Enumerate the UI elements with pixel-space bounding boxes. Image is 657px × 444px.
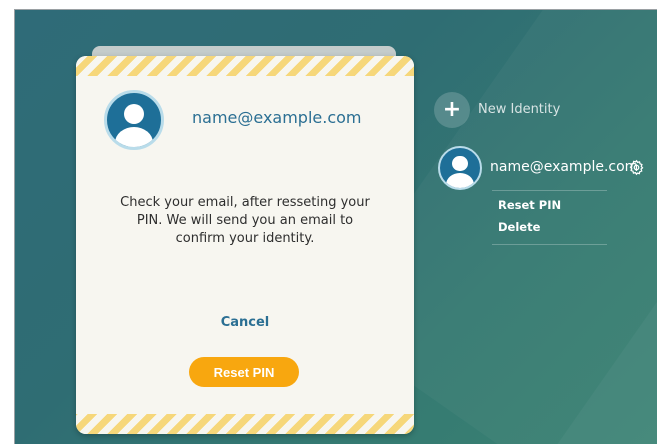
new-identity-label: New Identity [478, 102, 561, 117]
user-avatar-icon [438, 146, 482, 190]
app-background: name@example.com Check your email, after… [14, 9, 657, 444]
identity-email: name@example.com [490, 159, 639, 175]
dialog-top-stripes [76, 56, 414, 76]
dialog-message: Check your email, after resseting your P… [120, 195, 370, 246]
menu-divider-bottom [492, 244, 607, 245]
dialog-email: name@example.com [192, 108, 362, 127]
menu-divider-top [492, 190, 607, 191]
menu-item-reset-pin[interactable]: Reset PIN [498, 194, 606, 216]
menu-item-delete[interactable]: Delete [498, 216, 606, 238]
identity-menu: Reset PIN Delete [492, 190, 607, 245]
dialog-bottom-stripes [76, 414, 414, 434]
user-avatar-icon [104, 90, 164, 150]
reset-pin-dialog: name@example.com Check your email, after… [76, 56, 414, 434]
reset-pin-button[interactable]: Reset PIN [189, 357, 299, 387]
plus-icon: + [434, 92, 470, 128]
cancel-button[interactable]: Cancel [76, 315, 414, 330]
gear-icon[interactable] [628, 159, 645, 176]
